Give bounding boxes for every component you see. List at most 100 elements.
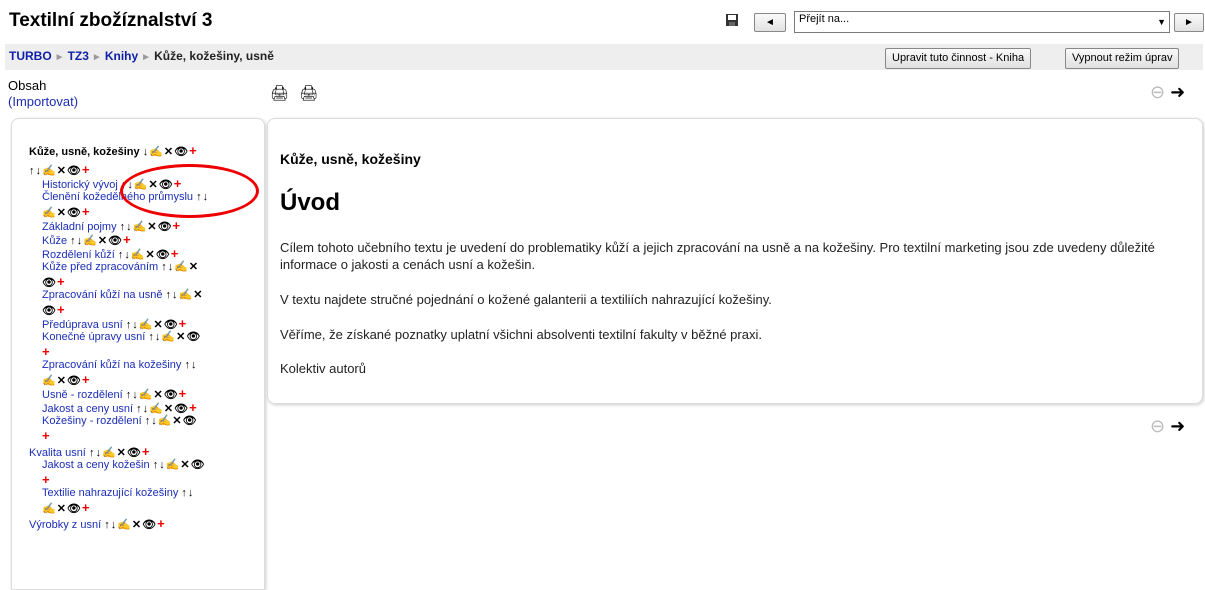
prev-chapter-icon: ⊖ (1150, 82, 1166, 102)
toc-item[interactable]: Usně - rozdělení ↑↓✍✕👁+ (42, 387, 186, 402)
edit-icons[interactable]: ↑↓✍✕ (166, 289, 204, 301)
print-chapter-icon[interactable]: 🖨 (299, 85, 318, 102)
toc-item-label[interactable]: Kožešiny - rozdělení (42, 415, 142, 427)
toc-item[interactable]: Základní pojmy ↑↓✍✕👁+ (42, 219, 180, 234)
edit-icons[interactable]: ↑↓✍✕👁 (89, 447, 142, 459)
toc-item[interactable]: Rozdělení kůží ↑↓✍✕👁+ (42, 247, 178, 262)
edit-icons[interactable]: ↑↓✍✕👁 (29, 165, 82, 177)
toc-item[interactable]: Konečné úpravy usní ↑↓✍✕👁 (42, 331, 201, 344)
add-icon[interactable]: + (189, 400, 197, 415)
edit-icons[interactable]: ↑↓✍✕👁 (126, 389, 179, 401)
toc-item-label[interactable]: Jakost a ceny usní (42, 403, 133, 415)
breadcrumb-separator-icon: ► (91, 52, 102, 63)
toc-item[interactable]: Výrobky z usní ↑↓✍✕👁+ (29, 517, 165, 532)
breadcrumb-link-knihy[interactable]: Knihy (105, 49, 138, 63)
toc-item-label[interactable]: Jakost a ceny kožešin (42, 459, 150, 471)
toc-item-label[interactable]: Textilie nahrazující kožešiny (42, 487, 178, 499)
prev-chapter-icon: ⊖ (1150, 416, 1166, 436)
print-book-icon[interactable]: 🖨 (270, 85, 289, 102)
paragraph: V textu najdete stručné pojednání o kože… (280, 292, 772, 307)
toc-item-label[interactable]: Historický vývoj (42, 179, 118, 191)
annotation-circle (120, 164, 259, 218)
toc-item-label[interactable]: Konečné úpravy usní (42, 331, 145, 343)
add-icon[interactable]: + (57, 302, 65, 317)
next-chapter-icon[interactable]: ➜ (1170, 416, 1185, 436)
edit-icons[interactable]: ↑↓✍✕👁 (136, 403, 189, 415)
toc-item-label[interactable]: Výrobky z usní (29, 519, 101, 531)
paragraph: Cílem tohoto učebního textu je uvedení d… (280, 240, 1155, 272)
toc-item-label[interactable]: Kůže (42, 235, 67, 247)
toc-item[interactable]: Předúprava usní ↑↓✍✕👁+ (42, 317, 186, 332)
breadcrumb-link-tz3[interactable]: TZ3 (68, 49, 89, 63)
navbar: TURBO ► TZ3 ► Knihy ► Kůže, kožešiny, usně Upr… (5, 44, 1203, 70)
add-icon[interactable]: + (123, 232, 131, 247)
breadcrumb: TURBO ► TZ3 ► Knihy ► Kůže, kožešiny, usně (9, 49, 274, 63)
edit-icons[interactable]: 👁 (42, 305, 57, 317)
toc-header: Obsah (Importovat) (8, 78, 78, 110)
edit-icons[interactable]: ↑↓✍✕👁 (118, 249, 171, 261)
edit-icons[interactable]: ↓✍✕👁 (143, 146, 189, 158)
toc-icons-row: ✍✕👁+ (42, 373, 89, 388)
add-icon[interactable]: + (82, 162, 90, 177)
toc-item-label[interactable]: Kůže před zpracováním (42, 261, 158, 273)
prev-activity-button[interactable]: ◄ (754, 13, 786, 32)
edit-mode-off-button[interactable]: Vypnout režim úprav (1065, 48, 1180, 69)
toc-item[interactable]: Zpracování kůží na usně ↑↓✍✕ (42, 289, 203, 302)
edit-activity-button[interactable]: Upravit tuto činnost - Kniha (885, 48, 1032, 69)
edit-icons[interactable]: ↑↓✍✕👁 (126, 319, 179, 331)
toc-item[interactable]: Zpracování kůží na kožešiny ↑↓ (42, 359, 197, 372)
toc-item-label[interactable]: Předúprava usní (42, 319, 123, 331)
add-icon[interactable]: + (173, 218, 181, 233)
toc-item-label[interactable]: Rozdělení kůží (42, 249, 115, 261)
add-icon[interactable]: + (42, 472, 50, 487)
add-icon[interactable]: + (42, 428, 50, 443)
add-icon[interactable]: + (171, 246, 179, 261)
edit-icons[interactable]: ↑↓✍✕👁 (104, 519, 157, 531)
toc-item-label[interactable]: Usně - rozdělení (42, 389, 123, 401)
toc-item[interactable]: Jakost a ceny kožešin ↑↓✍✕👁 (42, 459, 206, 472)
edit-icons[interactable]: ↑↓✍✕ (161, 261, 199, 273)
edit-icons[interactable]: ↑↓✍✕👁 (148, 331, 201, 343)
toc-item-label[interactable]: Zpracování kůží na usně (42, 289, 162, 301)
breadcrumb-link-turbo[interactable]: TURBO (9, 49, 52, 63)
edit-icons[interactable]: ✍✕👁 (42, 375, 82, 387)
toc-item[interactable]: Kůže před zpracováním ↑↓✍✕ (42, 261, 199, 274)
add-icon[interactable]: + (42, 344, 50, 359)
toc-icons-row: + (42, 473, 50, 488)
edit-icons[interactable]: ↑↓ (181, 487, 194, 499)
toc-item[interactable]: Jakost a ceny usní ↑↓✍✕👁+ (42, 401, 197, 416)
jump-to-select[interactable]: Přejít na... ▼ (794, 11, 1170, 33)
edit-icons[interactable]: ↑↓ (184, 359, 197, 371)
paragraph: Kolektiv autorů (280, 361, 366, 376)
toc-item-label[interactable]: Kvalita usní (29, 447, 86, 459)
toc-item-label[interactable]: Zpracování kůží na kožešiny (42, 359, 181, 371)
toc-item-label[interactable]: Základní pojmy (42, 221, 117, 233)
chevron-down-icon: ▼ (1157, 17, 1166, 27)
edit-icons[interactable]: ↑↓✍✕👁 (145, 415, 198, 427)
add-icon[interactable]: + (189, 143, 197, 158)
edit-icons[interactable]: 👁 (42, 277, 57, 289)
edit-icons[interactable]: ✍✕👁 (42, 503, 82, 515)
toc-item[interactable]: Textilie nahrazující kožešiny ↑↓ (42, 487, 194, 500)
edit-icons[interactable]: ✍✕👁 (42, 207, 82, 219)
next-chapter-icon[interactable]: ➜ (1170, 82, 1185, 102)
add-icon[interactable]: + (142, 444, 150, 459)
add-icon[interactable]: + (179, 316, 187, 331)
add-icon[interactable]: + (157, 516, 165, 531)
chapter-heading: Úvod (280, 189, 340, 216)
import-link[interactable]: (Importovat) (8, 94, 78, 109)
toc-item[interactable]: Kožešiny - rozdělení ↑↓✍✕👁 (42, 415, 198, 428)
toc-item[interactable]: Kůže ↑↓✍✕👁+ (42, 233, 131, 248)
edit-icons[interactable]: ↑↓✍✕👁 (153, 459, 206, 471)
toc-icons-row: ✍✕👁+ (42, 501, 89, 516)
toc-icons-row: 👁+ (42, 275, 65, 290)
next-activity-button[interactable]: ► (1174, 13, 1204, 32)
toc-item[interactable]: Kvalita usní ↑↓✍✕👁+ (29, 445, 149, 460)
edit-icons[interactable]: ↑↓✍✕👁 (70, 235, 123, 247)
add-icon[interactable]: + (82, 372, 90, 387)
save-icon[interactable] (725, 13, 739, 27)
add-icon[interactable]: + (179, 386, 187, 401)
add-icon[interactable]: + (82, 204, 90, 219)
add-icon[interactable]: + (82, 500, 90, 515)
add-icon[interactable]: + (57, 274, 65, 289)
